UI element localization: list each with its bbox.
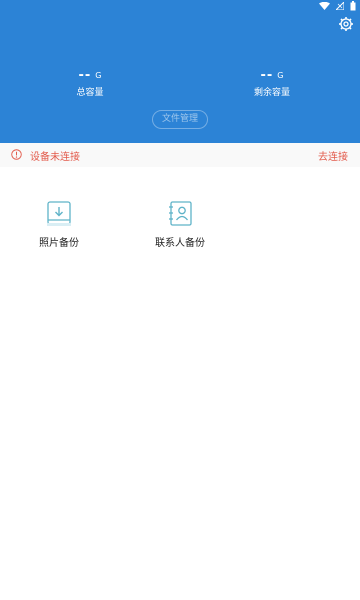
- free-capacity: -- G 剩余容量: [248, 64, 296, 98]
- free-capacity-unit: G: [277, 71, 284, 80]
- total-capacity-value: --: [78, 68, 92, 83]
- status-bar: [0, 0, 360, 13]
- header-panel: -- G 总容量 -- G 剩余容量 文件管理: [0, 0, 360, 143]
- free-capacity-label: 剩余容量: [253, 88, 290, 98]
- total-capacity-label: 总容量: [76, 88, 104, 98]
- contacts-backup-tile[interactable]: 联系人备份: [150, 200, 210, 249]
- photo-download-icon: [47, 201, 71, 226]
- wifi-icon: [319, 2, 330, 10]
- signal-icon: [336, 2, 344, 10]
- photo-backup-label: 照片备份: [39, 238, 79, 249]
- total-capacity-unit: G: [95, 71, 102, 80]
- connection-status: 设备未连接: [30, 152, 80, 163]
- free-capacity-value: --: [260, 68, 274, 83]
- connection-bar: 设备未连接 去连接: [0, 143, 360, 167]
- total-capacity: -- G 总容量: [66, 64, 114, 98]
- contacts-backup-label: 联系人备份: [155, 238, 205, 249]
- photo-backup-tile[interactable]: 照片备份: [29, 200, 89, 249]
- battery-icon: [350, 1, 356, 11]
- connect-link[interactable]: 去连接: [318, 148, 348, 163]
- gear-icon[interactable]: [338, 16, 354, 32]
- file-management-button[interactable]: 文件管理: [152, 110, 208, 129]
- info-icon: [11, 149, 22, 160]
- contacts-icon: [169, 201, 192, 226]
